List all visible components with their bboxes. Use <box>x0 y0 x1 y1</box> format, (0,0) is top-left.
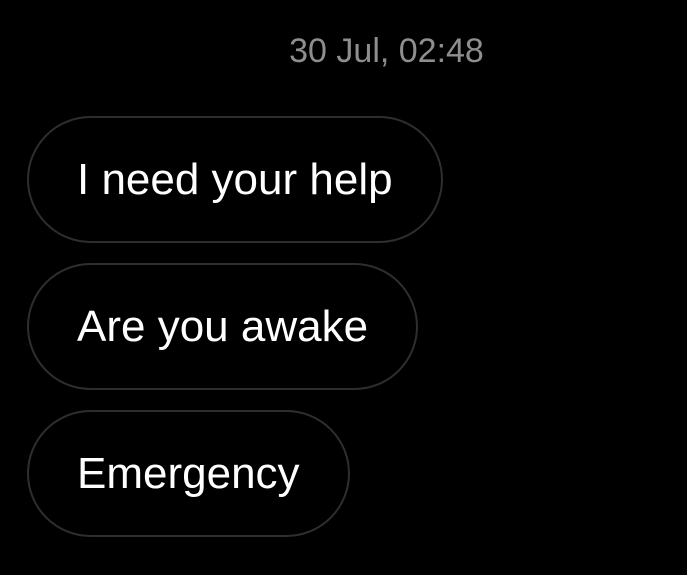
message-bubble[interactable]: Are you awake <box>27 263 419 390</box>
message-text: Emergency <box>77 448 300 498</box>
message-thread: I need your help Are you awake Emergency <box>27 116 443 537</box>
message-bubble[interactable]: Emergency <box>27 410 350 537</box>
message-text: Are you awake <box>77 301 369 351</box>
message-timestamp: 30 Jul, 02:48 <box>289 32 484 70</box>
message-text: I need your help <box>77 154 393 204</box>
message-bubble[interactable]: I need your help <box>27 116 443 243</box>
